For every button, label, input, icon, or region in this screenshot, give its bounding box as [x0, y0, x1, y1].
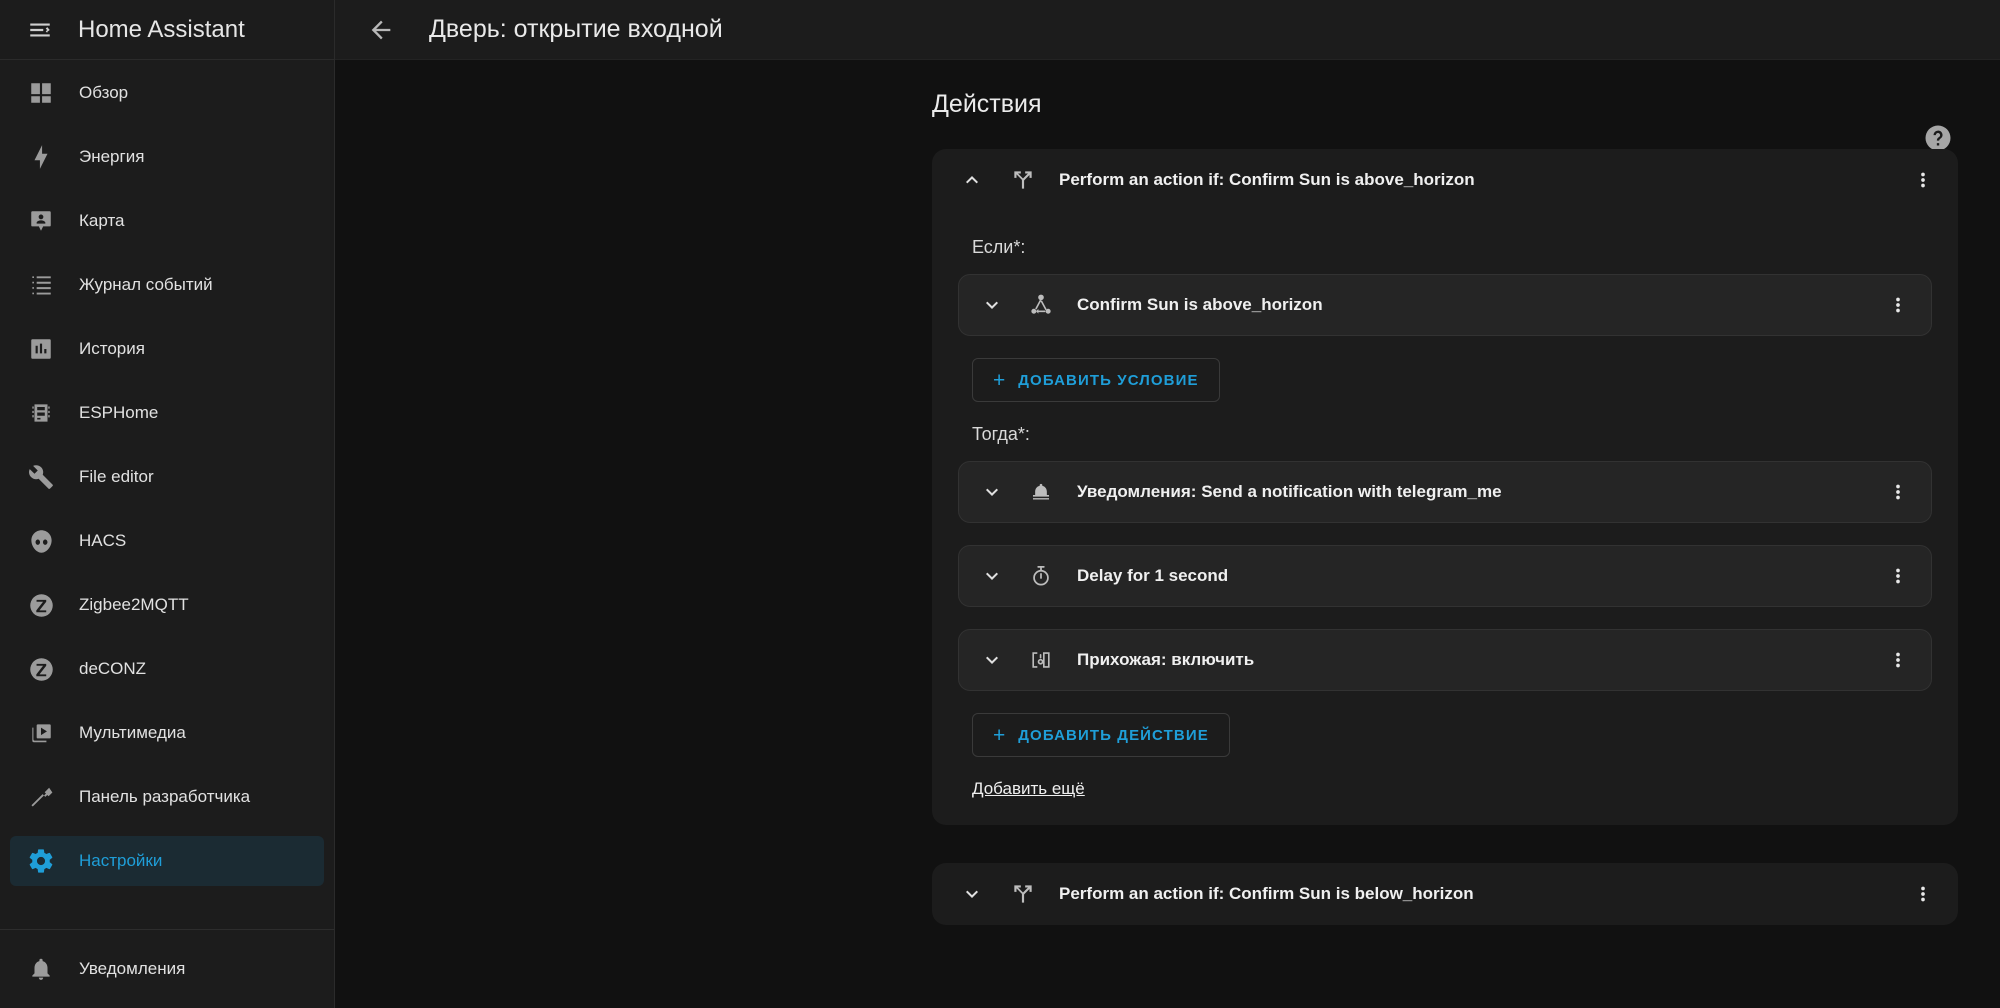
hammer-icon: [24, 780, 58, 814]
sidebar-item-label: История: [79, 339, 145, 358]
sidebar-item-label: Zigbee2MQTT: [79, 595, 189, 614]
sidebar-item-esphome[interactable]: ESPHome: [10, 388, 324, 438]
action-title: Уведомления: Send a notification with te…: [1077, 482, 1502, 501]
wrench-icon: [24, 460, 58, 494]
top-app-bar: Дверь: открытие входной: [335, 0, 2000, 60]
sidebar-item-zigbee2mqtt[interactable]: Zigbee2MQTT: [10, 580, 324, 630]
sidebar-item-deconz[interactable]: deCONZ: [10, 644, 324, 694]
if-label: Если*:: [972, 237, 1026, 257]
card-body: Если*: Confirm Sun is above_horizon + ДО…: [932, 211, 1958, 825]
section-header: Действия: [335, 60, 2000, 151]
dots-vertical-icon[interactable]: [1877, 555, 1919, 597]
sidebar-item-label: Энергия: [79, 147, 145, 166]
call-split-icon: [1006, 163, 1040, 197]
condition-title: Confirm Sun is above_horizon: [1077, 295, 1323, 314]
sidebar-item-logbook[interactable]: Журнал событий: [10, 260, 324, 310]
action-row[interactable]: Уведомления: Send a notification with te…: [958, 461, 1932, 523]
chevron-down-icon[interactable]: [972, 640, 1012, 680]
add-condition-label: ДОБАВИТЬ УСЛОВИЕ: [1018, 371, 1199, 389]
sidebar-item-notifications[interactable]: Уведомления: [10, 944, 324, 994]
app-root: Home Assistant Обзор Энергия Карта Журна…: [0, 0, 2000, 1008]
sidebar-item-overview[interactable]: Обзор: [10, 68, 324, 118]
call-split-icon: [1006, 877, 1040, 911]
main-area: Дверь: открытие входной Действия Perform…: [335, 0, 2000, 1008]
sidebar-title: Home Assistant: [78, 15, 245, 43]
play-box-multiple-icon: [24, 716, 58, 750]
map-marker-account-icon: [24, 204, 58, 238]
action-title: Delay for 1 second: [1077, 566, 1229, 585]
device-toggle-icon: [1024, 643, 1058, 677]
action-card-below-horizon: Perform an action if: Confirm Sun is bel…: [932, 863, 1958, 925]
card-header[interactable]: Perform an action if: Confirm Sun is abo…: [932, 149, 1958, 211]
sidebar-item-energy[interactable]: Энергия: [10, 132, 324, 182]
dots-vertical-icon[interactable]: [1877, 639, 1919, 681]
sidebar-item-settings[interactable]: Настройки: [10, 836, 324, 886]
chip-icon: [24, 396, 58, 430]
chevron-down-icon[interactable]: [952, 874, 992, 914]
chevron-down-icon[interactable]: [972, 472, 1012, 512]
plus-icon: +: [993, 723, 1006, 747]
sidebar: Home Assistant Обзор Энергия Карта Журна…: [0, 0, 335, 1008]
lightning-bolt-icon: [24, 140, 58, 174]
sidebar-item-label: Обзор: [79, 83, 129, 102]
add-action-label: ДОБАВИТЬ ДЕЙСТВИЕ: [1018, 726, 1209, 744]
sidebar-item-label: Настройки: [79, 851, 163, 870]
add-condition-button[interactable]: + ДОБАВИТЬ УСЛОВИЕ: [972, 358, 1220, 402]
chevron-down-icon[interactable]: [972, 556, 1012, 596]
sidebar-bottom: Уведомления: [0, 930, 334, 1008]
sidebar-item-history[interactable]: История: [10, 324, 324, 374]
card-header[interactable]: Perform an action if: Confirm Sun is bel…: [932, 863, 1958, 925]
action-card-above-horizon: Perform an action if: Confirm Sun is abo…: [932, 149, 1958, 825]
chevron-up-icon[interactable]: [952, 160, 992, 200]
section-title: Действия: [932, 90, 1042, 118]
dots-vertical-icon[interactable]: [1877, 284, 1919, 326]
menu-collapse-icon[interactable]: [16, 6, 64, 54]
sidebar-item-file-editor[interactable]: File editor: [10, 452, 324, 502]
sidebar-header: Home Assistant: [0, 0, 334, 60]
sidebar-item-label: ESPHome: [79, 403, 159, 422]
action-title: Прихожая: включить: [1077, 650, 1255, 669]
sidebar-item-label: Журнал событий: [79, 275, 213, 294]
sidebar-item-label: deCONZ: [79, 659, 147, 678]
page-title: Дверь: открытие входной: [429, 15, 723, 43]
format-list-bulleted-icon: [24, 268, 58, 302]
bell-icon: [24, 952, 58, 986]
condition-row[interactable]: Confirm Sun is above_horizon: [958, 274, 1932, 336]
sidebar-item-map[interactable]: Карта: [10, 196, 324, 246]
cog-icon: [24, 844, 58, 878]
arrow-left-icon[interactable]: [357, 6, 405, 54]
sidebar-item-label: Панель разработчика: [79, 787, 251, 806]
content-scroll-area[interactable]: Действия Perform an action if: Confirm S…: [335, 60, 2000, 1008]
sidebar-item-label: Мультимедиа: [79, 723, 186, 742]
chevron-down-icon[interactable]: [972, 285, 1012, 325]
dots-vertical-icon[interactable]: [1902, 873, 1944, 915]
add-action-button[interactable]: + ДОБАВИТЬ ДЕЙСТВИЕ: [972, 713, 1230, 757]
sidebar-nav: Обзор Энергия Карта Журнал событий Истор…: [0, 60, 334, 917]
action-row[interactable]: Delay for 1 second: [958, 545, 1932, 607]
sidebar-item-hacs[interactable]: HACS: [10, 516, 324, 566]
zigbee-icon: [24, 652, 58, 686]
then-label: Тогда*:: [972, 424, 1030, 444]
sidebar-item-label: HACS: [79, 531, 127, 550]
bell-icon: [1024, 475, 1058, 509]
dots-vertical-icon[interactable]: [1902, 159, 1944, 201]
sidebar-item-developer-tools[interactable]: Панель разработчика: [10, 772, 324, 822]
zigbee-icon: [24, 588, 58, 622]
sidebar-item-label: File editor: [79, 467, 154, 486]
add-more-link[interactable]: Добавить ещё: [972, 779, 1085, 799]
timer-icon: [1024, 559, 1058, 593]
state-machine-icon: [1024, 288, 1058, 322]
alien-icon: [24, 524, 58, 558]
card-title: Perform an action if: Confirm Sun is bel…: [1059, 884, 1474, 903]
card-title: Perform an action if: Confirm Sun is abo…: [1059, 170, 1475, 189]
plus-icon: +: [993, 368, 1006, 392]
chart-box-icon: [24, 332, 58, 366]
sidebar-item-media[interactable]: Мультимедиа: [10, 708, 324, 758]
sidebar-item-label: Уведомления: [79, 959, 186, 978]
action-row[interactable]: Прихожая: включить: [958, 629, 1932, 691]
dots-vertical-icon[interactable]: [1877, 471, 1919, 513]
view-dashboard-icon: [24, 76, 58, 110]
sidebar-item-label: Карта: [79, 211, 125, 230]
